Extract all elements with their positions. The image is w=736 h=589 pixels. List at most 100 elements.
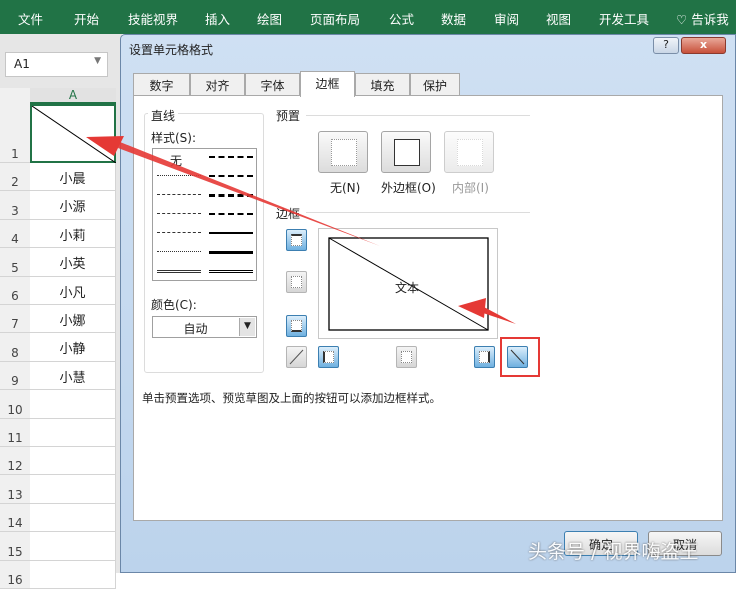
cell-a9[interactable]: 小慧 <box>30 361 116 391</box>
tab-formulas[interactable]: 公式 <box>389 9 414 28</box>
color-value: 自动 <box>183 322 208 336</box>
preset-outline-button[interactable] <box>381 131 431 173</box>
line-style-option[interactable] <box>157 175 201 176</box>
select-all[interactable] <box>0 88 30 104</box>
border-diagonal-up-button[interactable] <box>286 346 307 368</box>
cell-a10[interactable] <box>30 390 116 419</box>
line-style-option[interactable] <box>209 213 253 215</box>
cell-a3[interactable]: 小源 <box>30 191 116 220</box>
line-style-option[interactable] <box>209 270 253 273</box>
row-header[interactable]: 10 <box>0 390 30 419</box>
style-label: 样式(S): <box>151 131 197 145</box>
row-header[interactable]: 6 <box>0 276 30 305</box>
row-header[interactable]: 14 <box>0 503 30 533</box>
line-group-label: 直线 <box>148 107 179 124</box>
tab-number[interactable]: 数字 <box>133 73 190 96</box>
row-header[interactable]: 1 <box>0 104 30 163</box>
line-style-list[interactable]: 无 <box>152 148 257 281</box>
preset-none-button[interactable] <box>318 131 368 173</box>
line-style-option[interactable] <box>209 251 253 254</box>
tab-data[interactable]: 数据 <box>441 9 466 28</box>
tab-font[interactable]: 字体 <box>245 73 300 96</box>
row-header[interactable]: 7 <box>0 305 30 334</box>
preview-text: 文本 <box>395 281 420 295</box>
tab-insert[interactable]: 插入 <box>205 9 230 28</box>
border-group-label: 边框 <box>276 207 301 221</box>
cell-a15[interactable] <box>30 532 116 561</box>
preset-group-label: 预置 <box>276 109 301 123</box>
border-top-button[interactable] <box>286 229 307 251</box>
hint-text: 单击预置选项、预览草图及上面的按钮可以添加边框样式。 <box>142 391 441 405</box>
tab-page-layout[interactable]: 页面布局 <box>310 9 360 28</box>
preset-outline-label: 外边框(O) <box>381 181 436 195</box>
ribbon: 文件 开始 技能视界 插入 绘图 页面布局 公式 数据 审阅 视图 开发工具 ♡… <box>0 0 736 34</box>
cell-a8[interactable]: 小静 <box>30 333 116 362</box>
row-header[interactable]: 3 <box>0 191 30 220</box>
dialog-title: 设置单元格格式 <box>129 43 214 57</box>
tab-file[interactable]: 文件 <box>18 9 43 28</box>
chevron-down-icon: ▼ <box>239 318 255 336</box>
row-header[interactable]: 13 <box>0 475 30 504</box>
close-button[interactable]: x <box>681 37 726 54</box>
tab-protection[interactable]: 保护 <box>410 73 460 96</box>
line-style-option[interactable] <box>157 213 201 214</box>
chevron-down-icon: ▼ <box>94 56 101 66</box>
line-style-option[interactable] <box>157 251 201 252</box>
line-style-option[interactable] <box>157 194 201 195</box>
tab-view[interactable]: 视图 <box>546 9 571 28</box>
preset-outline-icon <box>394 139 420 166</box>
line-style-option[interactable] <box>209 194 253 197</box>
tab-skills[interactable]: 技能视界 <box>128 9 178 28</box>
row-header[interactable]: 16 <box>0 560 30 589</box>
name-box[interactable]: A1 ▼ <box>5 52 108 77</box>
cell-a5[interactable]: 小英 <box>30 248 116 277</box>
tab-developer[interactable]: 开发工具 <box>599 9 649 28</box>
cell-a2[interactable]: 小晨 <box>30 163 116 192</box>
cell-a6[interactable]: 小凡 <box>30 276 116 305</box>
line-style-option[interactable] <box>157 232 201 233</box>
row-header[interactable]: 11 <box>0 418 30 447</box>
row-header[interactable]: 2 <box>0 163 30 192</box>
row-header[interactable]: 15 <box>0 532 30 561</box>
cell-a14[interactable] <box>30 503 116 533</box>
column-header-a[interactable]: A <box>30 88 116 104</box>
border-preview[interactable]: 文本 <box>318 228 498 339</box>
preset-inside-icon <box>457 139 483 166</box>
lightbulb-icon: ♡ <box>676 12 688 27</box>
tab-review[interactable]: 审阅 <box>494 9 519 28</box>
row-header[interactable]: 12 <box>0 447 30 476</box>
row-header[interactable]: 9 <box>0 361 30 391</box>
row-header[interactable]: 8 <box>0 333 30 362</box>
line-style-option[interactable] <box>209 156 253 158</box>
tab-fill[interactable]: 填充 <box>355 73 410 96</box>
cell-a1[interactable] <box>30 104 117 164</box>
cell-a4[interactable]: 小莉 <box>30 219 116 249</box>
cell-a12[interactable] <box>30 447 116 476</box>
row-header[interactable]: 5 <box>0 248 30 277</box>
border-tab-panel: 直线 样式(S): 无 颜色(C): 自动 ▼ 预置 无(N) 外边框(O) 内部… <box>133 95 723 521</box>
line-style-option[interactable] <box>209 175 253 177</box>
tab-border[interactable]: 边框 <box>300 71 355 97</box>
tab-draw[interactable]: 绘图 <box>257 9 282 28</box>
preset-none-icon <box>331 139 357 166</box>
border-bottom-button[interactable] <box>286 315 307 337</box>
cell-a11[interactable] <box>30 418 116 447</box>
tab-alignment[interactable]: 对齐 <box>190 73 245 96</box>
help-button[interactable]: ? <box>653 37 679 54</box>
diagonal-up-icon <box>289 349 304 365</box>
border-left-button[interactable] <box>318 346 339 368</box>
cell-a16[interactable] <box>30 560 116 589</box>
tell-me[interactable]: ♡ 告诉我 <box>676 9 729 28</box>
color-dropdown[interactable]: 自动 ▼ <box>152 316 257 338</box>
line-style-option[interactable] <box>209 232 253 234</box>
line-style-option[interactable] <box>157 270 201 273</box>
row-header[interactable]: 4 <box>0 219 30 249</box>
tab-home[interactable]: 开始 <box>74 9 99 28</box>
cell-a13[interactable] <box>30 475 116 504</box>
preset-none-label: 无(N) <box>330 181 361 195</box>
cell-a7[interactable]: 小娜 <box>30 305 116 334</box>
border-middle-horizontal-button <box>286 271 307 293</box>
line-style-none[interactable]: 无 <box>170 152 182 169</box>
border-right-button[interactable] <box>474 346 495 368</box>
format-cells-dialog: 设置单元格格式 ? x 数字 对齐 字体 边框 填充 保护 直线 样式(S): 无 颜色(… <box>120 34 736 573</box>
